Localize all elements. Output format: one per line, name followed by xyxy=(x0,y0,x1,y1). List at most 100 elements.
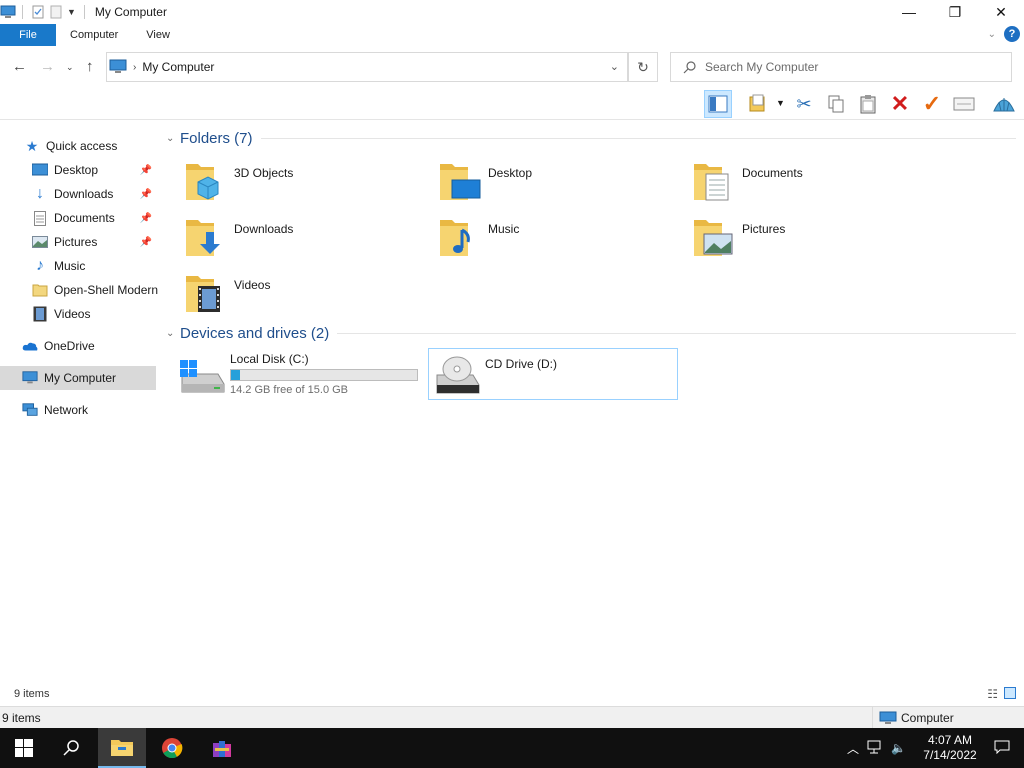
address-dropdown-icon[interactable]: ⌄ xyxy=(610,60,619,73)
new-folder-icon[interactable] xyxy=(49,5,63,19)
notification-icon[interactable] xyxy=(994,740,1010,757)
dropdown-arrow-icon[interactable]: ▼ xyxy=(776,98,785,108)
computer-icon xyxy=(0,5,16,19)
close-button[interactable]: ✕ xyxy=(978,0,1024,24)
navigation-pane-button[interactable] xyxy=(704,90,732,118)
sidebar-item-network[interactable]: Network xyxy=(0,398,156,422)
sidebar-item-music[interactable]: ♪ Music xyxy=(0,254,156,278)
search-icon xyxy=(683,60,697,74)
pin-icon[interactable]: 📌 xyxy=(140,237,152,248)
downloads-folder-icon xyxy=(184,214,228,258)
drive-tile-cd-drive[interactable]: CD Drive (D:) xyxy=(428,348,678,400)
folder-tile-pictures[interactable]: Pictures xyxy=(692,214,932,262)
breadcrumb-chevron-icon[interactable]: › xyxy=(133,62,136,73)
sidebar-item-videos[interactable]: Videos xyxy=(0,302,156,326)
sidebar-item-label: Videos xyxy=(54,307,91,321)
expand-ribbon-icon[interactable]: ⌄ xyxy=(988,29,996,40)
folder-tile-videos[interactable]: Videos xyxy=(184,270,424,318)
back-arrow-icon[interactable]: ← xyxy=(12,58,27,75)
start-button[interactable] xyxy=(0,728,48,768)
window-title: My Computer xyxy=(94,5,167,19)
tile-label: Desktop xyxy=(488,166,533,180)
collapse-chevron-icon[interactable]: ⌄ xyxy=(166,328,180,339)
paste-button[interactable] xyxy=(854,90,882,118)
properties-button[interactable] xyxy=(744,90,772,118)
tab-view[interactable]: View xyxy=(132,24,184,46)
folders-group-header[interactable]: ⌄ Folders (7) xyxy=(166,128,1016,148)
folder-tile-desktop[interactable]: Desktop xyxy=(438,158,678,206)
sidebar-item-downloads[interactable]: ↓ Downloads 📌 xyxy=(0,182,156,206)
search-box[interactable]: Search My Computer xyxy=(670,52,1012,82)
folder-tile-3d-objects[interactable]: 3D Objects xyxy=(184,158,424,206)
drive-info: CD Drive (D:) xyxy=(485,357,557,371)
recent-locations-icon[interactable]: ⌄ xyxy=(66,62,74,73)
sidebar-item-my-computer[interactable]: My Computer xyxy=(0,366,156,390)
folder-icon xyxy=(32,282,48,298)
content-pane: ⌄ Folders (7) 3D Objects Desktop Documen… xyxy=(160,122,1024,682)
chrome-icon xyxy=(162,738,183,759)
chrome-taskbar-button[interactable] xyxy=(148,728,196,768)
refresh-button[interactable]: ↻ xyxy=(628,52,658,82)
details-view-icon[interactable]: ☷ xyxy=(987,687,998,701)
pin-icon[interactable]: 📌 xyxy=(140,213,152,224)
tab-file[interactable]: File xyxy=(0,24,56,46)
address-path[interactable]: My Computer xyxy=(142,60,214,74)
group-title: Folders (7) xyxy=(180,129,253,147)
pin-icon[interactable]: 📌 xyxy=(140,165,152,176)
sidebar-item-onedrive[interactable]: OneDrive xyxy=(0,334,156,358)
copy-button[interactable] xyxy=(822,90,850,118)
desktop-folder-icon xyxy=(438,158,482,202)
up-arrow-icon[interactable]: ↑ xyxy=(86,58,94,75)
cd-drive-icon xyxy=(433,353,481,394)
winrar-taskbar-button[interactable] xyxy=(198,728,246,768)
rename-button[interactable]: ✓ xyxy=(918,90,946,118)
sidebar-item-desktop[interactable]: Desktop 📌 xyxy=(0,158,156,182)
file-explorer-taskbar-button[interactable] xyxy=(98,728,146,768)
email-icon xyxy=(953,97,975,111)
sidebar-item-label: Music xyxy=(54,259,86,273)
folder-tile-documents[interactable]: Documents xyxy=(692,158,932,206)
email-button[interactable] xyxy=(950,90,978,118)
sidebar-item-pictures[interactable]: Pictures 📌 xyxy=(0,230,156,254)
minimize-button[interactable]: — xyxy=(886,0,932,24)
large-icons-view-icon[interactable] xyxy=(1004,687,1016,699)
chevron-up-icon[interactable]: ︿ xyxy=(847,740,859,757)
drives-group-header[interactable]: ⌄ Devices and drives (2) xyxy=(166,323,1016,343)
volume-icon[interactable]: 🔈 xyxy=(891,741,906,755)
folder-tile-music[interactable]: Music xyxy=(438,214,678,262)
pin-icon[interactable]: 📌 xyxy=(140,189,152,200)
ribbon-tabs: File Computer View ⌄ ? xyxy=(0,24,1024,46)
view-toggle-group: ☷ xyxy=(987,687,1016,701)
item-count: 9 items xyxy=(14,688,50,700)
shell-button[interactable] xyxy=(990,90,1018,118)
collapse-chevron-icon[interactable]: ⌄ xyxy=(166,133,180,144)
search-input[interactable]: Search My Computer xyxy=(705,60,818,74)
address-bar[interactable]: › My Computer ⌄ xyxy=(106,52,628,82)
sidebar-item-open-shell-modern[interactable]: Open-Shell Modern xyxy=(0,278,158,302)
help-icon[interactable]: ? xyxy=(1004,26,1020,42)
archive-books-icon xyxy=(213,741,231,757)
properties-icon xyxy=(749,94,765,112)
tab-computer[interactable]: Computer xyxy=(56,24,132,46)
film-icon xyxy=(32,306,48,322)
drive-tile-local-disk[interactable]: Local Disk (C:) 14.2 GB free of 15.0 GB xyxy=(178,350,428,400)
drive-free-space: 14.2 GB free of 15.0 GB xyxy=(230,384,349,396)
folder-tile-downloads[interactable]: Downloads xyxy=(184,214,424,262)
customize-qat-icon[interactable]: ▼ xyxy=(67,7,76,17)
computer-icon xyxy=(879,711,897,725)
clock-time: 4:07 AM xyxy=(927,733,973,747)
cut-button[interactable]: ✂ xyxy=(790,90,818,118)
search-taskbar-button[interactable] xyxy=(48,728,96,768)
network-tray-icon[interactable] xyxy=(867,740,883,757)
properties-icon[interactable] xyxy=(31,5,45,19)
forward-arrow-icon[interactable]: → xyxy=(40,58,55,75)
delete-button[interactable]: ✕ xyxy=(886,90,914,118)
restore-button[interactable]: ❐ xyxy=(932,0,978,24)
sidebar-item-quick-access[interactable]: ★ Quick access xyxy=(0,134,156,158)
navigation-bar: ← → ⌄ ↑ › My Computer ⌄ ↻ Search My Comp… xyxy=(0,50,1024,84)
clipboard-icon xyxy=(860,95,876,114)
file-explorer-icon xyxy=(111,740,133,756)
documents-folder-icon xyxy=(692,158,736,202)
sidebar-item-documents[interactable]: Documents 📌 xyxy=(0,206,156,230)
clock[interactable]: 4:07 AM 7/14/2022 xyxy=(918,733,982,763)
